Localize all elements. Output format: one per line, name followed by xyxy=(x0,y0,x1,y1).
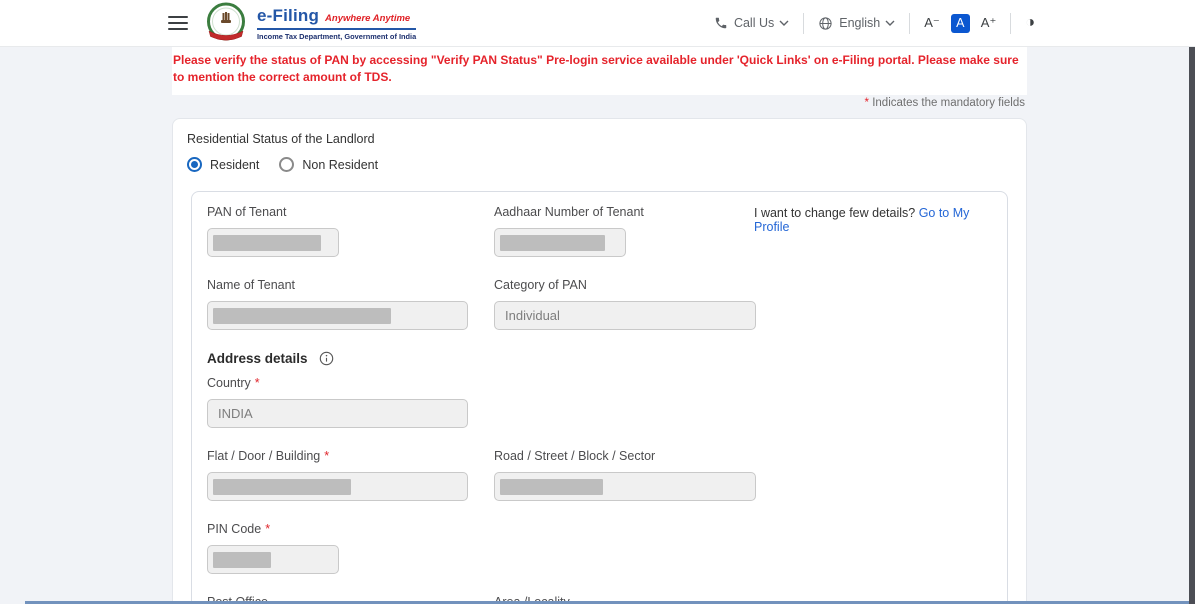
hamburger-menu-icon[interactable] xyxy=(168,12,188,34)
country-input[interactable]: INDIA xyxy=(207,399,468,428)
required-asterisk: * xyxy=(255,376,260,390)
profile-note-text: I want to change few details? xyxy=(754,206,919,220)
vertical-scrollbar[interactable] xyxy=(1189,47,1195,604)
flat-door-building-label: Flat / Door / Building xyxy=(207,449,320,463)
brand-name: e-Filing xyxy=(257,6,319,26)
residential-status-radio-group: Resident Non Resident xyxy=(187,157,1026,172)
phone-icon xyxy=(714,16,728,30)
language-selector[interactable]: English xyxy=(818,16,895,31)
radio-unselected-icon xyxy=(279,157,294,172)
radio-non-resident[interactable]: Non Resident xyxy=(279,157,378,172)
aadhaar-number-field: Aadhaar Number of Tenant xyxy=(494,205,756,257)
aadhaar-number-label: Aadhaar Number of Tenant xyxy=(494,205,756,219)
name-of-tenant-input[interactable] xyxy=(207,301,468,330)
country-field: Country * INDIA xyxy=(207,376,468,428)
masked-value xyxy=(213,235,321,251)
address-details-heading: Address details xyxy=(207,351,992,366)
road-street-input[interactable] xyxy=(494,472,756,501)
masked-value xyxy=(500,479,603,495)
required-asterisk: * xyxy=(265,522,270,536)
efiling-portal-page: Notification No. 15 of 2023 dated 28th M… xyxy=(0,0,1195,604)
mandatory-fields-note: * Indicates the mandatory fields xyxy=(172,97,1025,109)
profile-note: I want to change few details? Go to My P… xyxy=(754,206,1007,234)
chevron-down-icon xyxy=(779,20,789,26)
notification-line-2: Please verify the status of PAN by acces… xyxy=(173,52,1027,86)
category-of-pan-input[interactable]: Individual xyxy=(494,301,756,330)
aadhaar-number-input[interactable] xyxy=(494,228,626,257)
pan-of-tenant-label: PAN of Tenant xyxy=(207,205,468,219)
radio-resident[interactable]: Resident xyxy=(187,157,259,172)
pan-of-tenant-input[interactable] xyxy=(207,228,339,257)
masked-value xyxy=(500,235,605,251)
header-right: Call Us English A⁻ A A⁺ ◑ xyxy=(714,13,1035,34)
road-street-label: Road / Street / Block / Sector xyxy=(494,449,756,463)
globe-icon xyxy=(818,16,833,31)
font-size-increase-button[interactable]: A⁺ xyxy=(981,15,997,31)
divider xyxy=(803,13,804,34)
required-asterisk: * xyxy=(324,449,329,463)
income-tax-dept-logo xyxy=(205,2,247,44)
brand-tagline: Anywhere Anytime xyxy=(325,13,410,24)
country-label: Country xyxy=(207,376,251,390)
flat-door-building-input[interactable] xyxy=(207,472,468,501)
radio-resident-label: Resident xyxy=(210,158,259,172)
flat-door-building-field: Flat / Door / Building * xyxy=(207,449,468,501)
pin-code-label: PIN Code xyxy=(207,522,261,536)
name-of-tenant-label: Name of Tenant xyxy=(207,278,468,292)
divider xyxy=(1010,13,1011,34)
category-of-pan-field: Category of PAN Individual xyxy=(494,278,756,330)
masked-value xyxy=(213,308,391,324)
pin-code-field: PIN Code * xyxy=(207,522,468,574)
category-of-pan-label: Category of PAN xyxy=(494,278,756,292)
road-street-field: Road / Street / Block / Sector xyxy=(494,449,756,501)
font-size-default-button[interactable]: A xyxy=(951,14,970,33)
radio-non-resident-label: Non Resident xyxy=(302,158,378,172)
call-us-label: Call Us xyxy=(734,16,774,30)
residential-status-label: Residential Status of the Landlord xyxy=(187,132,1026,146)
form-card: Residential Status of the Landlord Resid… xyxy=(172,118,1027,604)
brand-block: e-Filing Anywhere Anytime Income Tax Dep… xyxy=(257,6,416,41)
tenant-details-panel: I want to change few details? Go to My P… xyxy=(191,191,1008,604)
address-details-title: Address details xyxy=(207,351,308,366)
app-header: e-Filing Anywhere Anytime Income Tax Dep… xyxy=(0,0,1195,47)
pin-code-input[interactable] xyxy=(207,545,339,574)
brand-subtitle: Income Tax Department, Government of Ind… xyxy=(257,32,416,41)
divider xyxy=(909,13,910,34)
mandatory-text: Indicates the mandatory fields xyxy=(869,97,1025,109)
name-of-tenant-field: Name of Tenant xyxy=(207,278,468,330)
radio-selected-icon xyxy=(187,157,202,172)
masked-value xyxy=(213,479,351,495)
font-size-decrease-button[interactable]: A⁻ xyxy=(924,15,940,31)
masked-value xyxy=(213,552,271,568)
pan-of-tenant-field: PAN of Tenant xyxy=(207,205,468,257)
contrast-toggle-icon[interactable]: ◑ xyxy=(1025,15,1035,31)
chevron-down-icon xyxy=(885,20,895,26)
header-left: e-Filing Anywhere Anytime Income Tax Dep… xyxy=(168,2,416,44)
info-icon[interactable] xyxy=(319,351,334,366)
language-label: English xyxy=(839,16,880,30)
call-us-button[interactable]: Call Us xyxy=(714,16,789,30)
